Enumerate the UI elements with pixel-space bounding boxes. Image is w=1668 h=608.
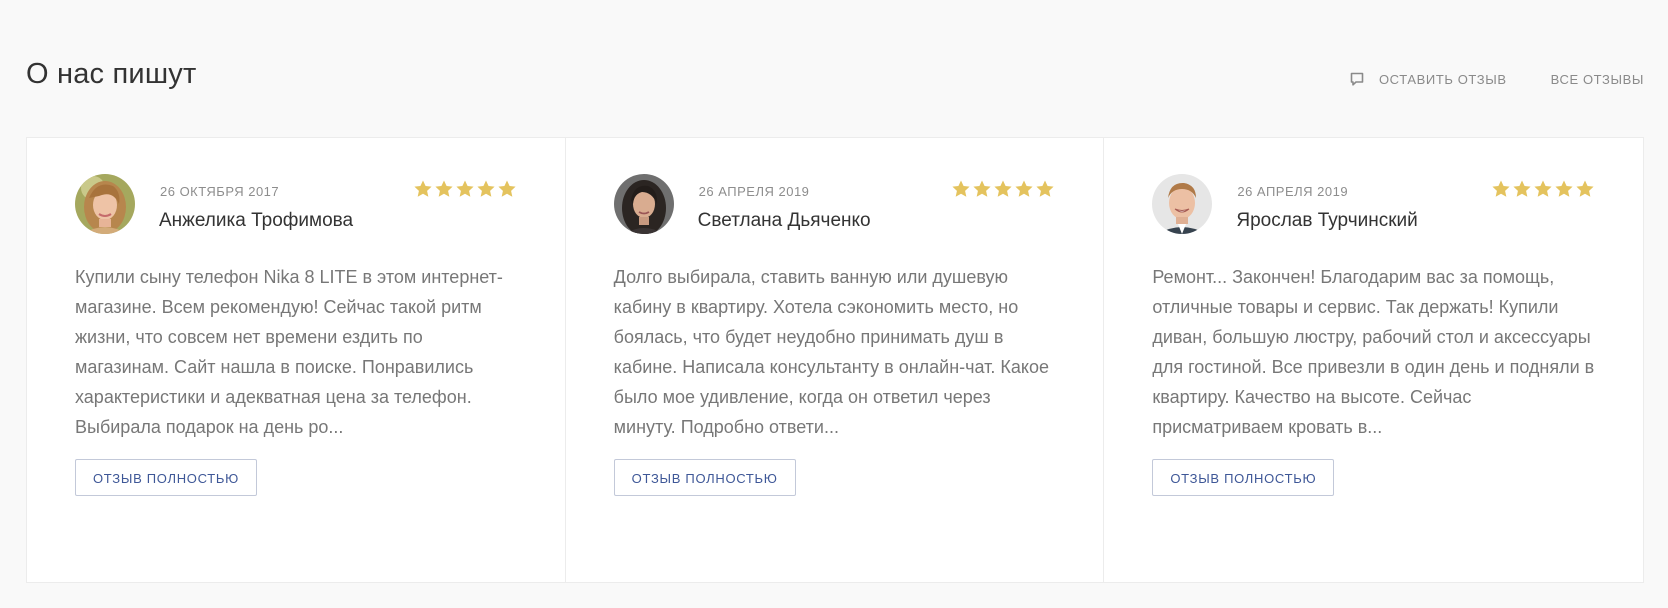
star-icon bbox=[1575, 179, 1595, 199]
star-icon bbox=[951, 179, 971, 199]
review-header: 26 ОКТЯБРЯ 2017 Анжелика Трофимова bbox=[75, 174, 517, 234]
leave-review-label: ОСТАВИТЬ ОТЗЫВ bbox=[1378, 71, 1507, 87]
avatar bbox=[1152, 174, 1213, 234]
star-icon bbox=[476, 179, 496, 199]
star-icon bbox=[434, 179, 454, 199]
leave-review-link[interactable]: ОСТАВИТЬ ОТЗЫВ bbox=[1349, 71, 1507, 87]
chat-bubble-icon bbox=[1349, 71, 1365, 87]
reviews-section: О нас пишут ОСТАВИТЬ ОТЗЫВ ВСЕ ОТЗЫВЫ 26… bbox=[26, 0, 1644, 608]
all-reviews-label: ВСЕ ОТЗЫВЫ bbox=[1550, 71, 1644, 87]
star-icon bbox=[497, 179, 517, 199]
avatar bbox=[75, 174, 135, 234]
section-title: О нас пишут bbox=[26, 58, 197, 90]
star-icon bbox=[1014, 179, 1034, 199]
star-icon bbox=[1491, 179, 1511, 199]
review-date: 26 АПРЕЛЯ 2019 bbox=[698, 184, 810, 199]
full-review-button[interactable]: ОТЗЫВ ПОЛНОСТЬЮ bbox=[613, 459, 796, 496]
review-header: 26 АПРЕЛЯ 2019 Ярослав Турчинский bbox=[1152, 174, 1595, 234]
star-icon bbox=[993, 179, 1013, 199]
review-date: 26 АПРЕЛЯ 2019 bbox=[1237, 184, 1349, 199]
review-date: 26 ОКТЯБРЯ 2017 bbox=[160, 184, 280, 199]
review-card: 26 ОКТЯБРЯ 2017 Анжелика Трофимова Купил… bbox=[27, 138, 566, 582]
reviews-list: 26 ОКТЯБРЯ 2017 Анжелика Трофимова Купил… bbox=[26, 137, 1644, 583]
rating-stars bbox=[951, 179, 1055, 199]
review-card: 26 АПРЕЛЯ 2019 Светлана Дьяченко Долго в… bbox=[566, 138, 1105, 582]
full-review-button[interactable]: ОТЗЫВ ПОЛНОСТЬЮ bbox=[1152, 459, 1335, 496]
star-icon bbox=[1512, 179, 1532, 199]
all-reviews-link[interactable]: ВСЕ ОТЗЫВЫ bbox=[1551, 72, 1644, 87]
star-icon bbox=[972, 179, 992, 199]
rating-stars bbox=[1491, 179, 1595, 199]
full-review-button[interactable]: ОТЗЫВ ПОЛНОСТЬЮ bbox=[75, 459, 257, 496]
reviewer-name: Светлана Дьяченко bbox=[697, 210, 871, 231]
review-header: 26 АПРЕЛЯ 2019 Светлана Дьяченко bbox=[613, 174, 1056, 234]
reviewer-name: Ярослав Турчинский bbox=[1236, 210, 1418, 231]
star-icon bbox=[1533, 179, 1553, 199]
avatar bbox=[613, 174, 674, 234]
reviewer-name: Анжелика Трофимова bbox=[159, 210, 354, 231]
rating-stars bbox=[413, 179, 517, 199]
review-text: Купили сыну телефон Nika 8 LITE в этом и… bbox=[75, 267, 503, 437]
star-icon bbox=[413, 179, 433, 199]
review-card: 26 АПРЕЛЯ 2019 Ярослав Турчинский Ремонт… bbox=[1104, 138, 1643, 582]
star-icon bbox=[1554, 179, 1574, 199]
star-icon bbox=[1035, 179, 1055, 199]
header-actions: ОСТАВИТЬ ОТЗЫВ ВСЕ ОТЗЫВЫ bbox=[1349, 71, 1644, 87]
review-text: Ремонт... Закончен! Благодарим вас за по… bbox=[1152, 267, 1595, 437]
review-text: Долго выбирала, ставить ванную или душев… bbox=[613, 267, 1050, 437]
star-icon bbox=[455, 179, 475, 199]
